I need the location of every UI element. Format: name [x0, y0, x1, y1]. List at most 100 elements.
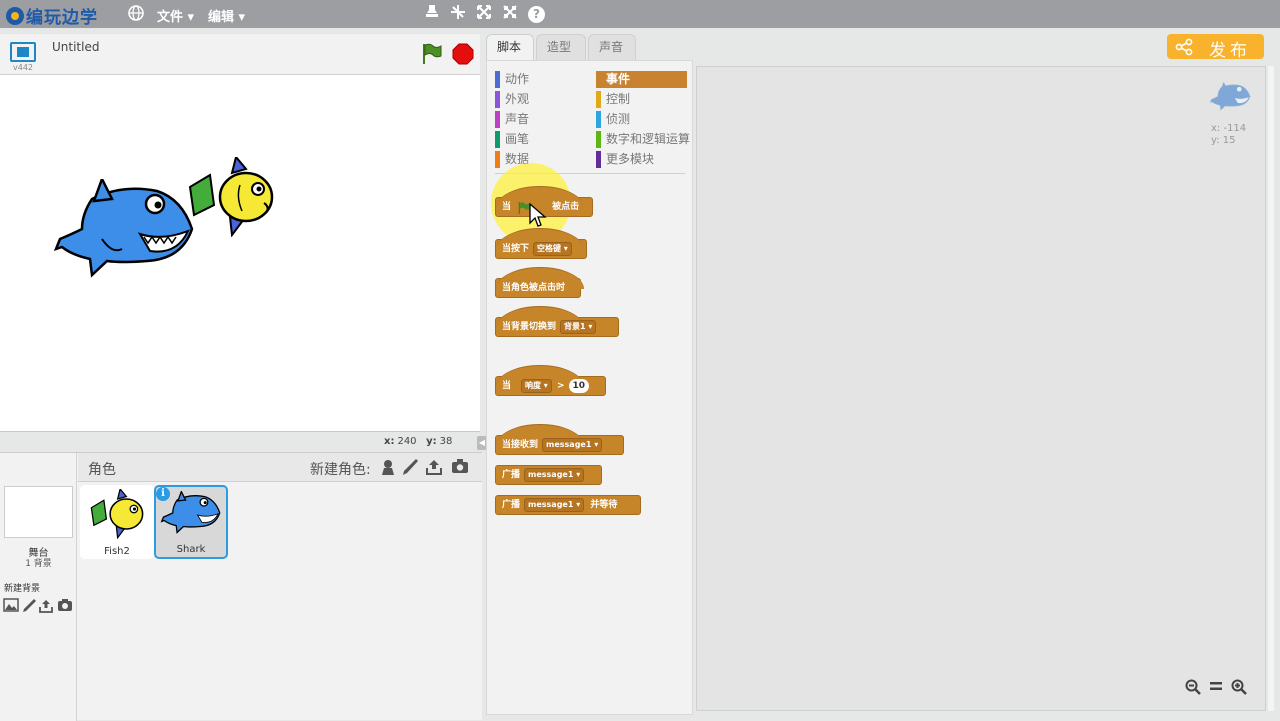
backdrop-count: 1 背景 — [25, 559, 52, 569]
category-swatch — [596, 151, 601, 168]
logo-text: 编玩边学 — [26, 8, 98, 28]
category-swatch — [596, 71, 601, 88]
grow-icon[interactable] — [474, 4, 494, 24]
zoom-out-icon[interactable] — [1184, 679, 1202, 697]
block-text: 当接收到 — [502, 440, 539, 450]
chevron-down-icon: ▾ — [183, 10, 195, 25]
camera-sprite-icon[interactable] — [450, 458, 470, 478]
green-flag-icon[interactable] — [420, 42, 444, 66]
category-label: 声音 — [505, 112, 530, 126]
menu-bar: 编玩边学 文件 ▾ 编辑 ▾ ? — [0, 0, 1280, 28]
mouse-y-value: 38 — [439, 436, 453, 447]
category-swatch — [495, 111, 500, 128]
tab-costumes[interactable]: 造型 — [536, 34, 586, 60]
scripts-area[interactable]: x: -114 y: 15 — [696, 66, 1266, 711]
fullscreen-icon[interactable] — [10, 42, 36, 62]
category-swatch — [596, 111, 601, 128]
delete-scissors-icon[interactable] — [448, 4, 468, 24]
fish-thumbnail — [90, 489, 144, 539]
category-operators[interactable]: 数字和逻辑运算 — [596, 131, 692, 148]
sprite-header: 角色 新建角色: — [78, 453, 482, 482]
block-broadcast-and-wait[interactable]: 广播message1 并等待 — [495, 495, 641, 515]
new-backdrop-label: 新建背景 — [4, 584, 41, 594]
category-label: 侦测 — [606, 112, 631, 126]
duplicate-stamp-icon[interactable] — [422, 4, 442, 24]
category-label: 数字和逻辑运算 — [606, 132, 691, 146]
key-dropdown[interactable]: 空格键 — [533, 241, 572, 256]
category-events[interactable]: 事件 — [596, 71, 687, 88]
sprite-name: Fish2 — [104, 546, 130, 557]
edit-menu-label: 编辑 — [208, 10, 235, 25]
stop-icon[interactable] — [452, 43, 474, 65]
globe-icon[interactable] — [126, 4, 146, 24]
category-swatch — [596, 131, 601, 148]
category-swatch — [495, 91, 500, 108]
help-icon[interactable]: ? — [528, 6, 545, 23]
message-dropdown[interactable]: message1 — [542, 437, 603, 452]
mouse-x-value: 240 — [397, 436, 417, 447]
operator-text: > — [556, 381, 565, 391]
category-label: 画笔 — [505, 132, 530, 146]
scripts-scrollbar[interactable] — [1268, 66, 1274, 711]
stage-header: v442 Untitled — [0, 34, 480, 74]
message-dropdown[interactable]: message1 — [524, 467, 585, 482]
mouse-cursor-icon — [529, 203, 547, 227]
category-control[interactable]: 控制 — [596, 91, 690, 108]
upload-backdrop-icon[interactable] — [38, 598, 54, 614]
tab-sounds[interactable]: 声音 — [588, 34, 636, 60]
block-palette: 动作 外观 声音 画笔 数据 事件 控制 侦测 数字和逻辑运算 更多模块 当 被… — [486, 60, 693, 715]
logo[interactable]: 编玩边学 — [6, 3, 98, 28]
zoom-in-icon[interactable] — [1230, 679, 1248, 697]
block-text: 当背景切换到 — [502, 322, 557, 332]
paint-sprite-icon[interactable] — [400, 458, 420, 478]
category-label: 控制 — [606, 92, 631, 106]
block-text: 广播 — [502, 470, 521, 480]
sprite-pane: 舞台 1 背景 新建背景 角色 新建角色: Fish2 i Shark — [0, 452, 482, 721]
stage-canvas[interactable] — [0, 74, 480, 432]
file-menu[interactable]: 文件 ▾ — [157, 6, 194, 25]
block-when-backdrop-switches[interactable]: 当背景切换到 背景1 — [495, 306, 619, 337]
category-label: 外观 — [505, 92, 530, 106]
block-when-greater-than[interactable]: 当响度 >10 — [495, 365, 606, 396]
current-sprite-preview — [1209, 81, 1251, 111]
shark-sprite[interactable] — [52, 179, 202, 289]
block-text: 广播 — [502, 500, 521, 510]
category-sensing[interactable]: 侦测 — [596, 111, 690, 128]
category-label: 更多模块 — [606, 152, 655, 166]
stage-thumbnail[interactable] — [4, 486, 73, 538]
fish-sprite[interactable] — [186, 157, 276, 237]
backdrop-library-icon[interactable] — [3, 598, 19, 614]
block-when-sprite-clicked[interactable]: 当角色被点击时 — [495, 267, 584, 298]
message-dropdown[interactable]: message1 — [524, 497, 585, 512]
block-when-key-pressed[interactable]: 当按下 空格键 — [495, 228, 587, 259]
camera-backdrop-icon[interactable] — [57, 598, 73, 614]
new-sprite-label: 新建角色: — [310, 462, 371, 478]
category-motion[interactable]: 动作 — [495, 71, 591, 88]
block-broadcast[interactable]: 广播 message1 — [495, 465, 602, 485]
category-pen[interactable]: 画笔 — [495, 131, 591, 148]
sprite-tile-fish2[interactable]: Fish2 — [80, 485, 154, 559]
publish-label: 发布 — [1209, 41, 1251, 61]
mouse-x-label: x: — [384, 436, 395, 447]
upload-sprite-icon[interactable] — [424, 458, 444, 478]
sprites-label: 角色 — [88, 462, 116, 478]
project-title[interactable]: Untitled — [52, 40, 99, 54]
zoom-reset-icon[interactable] — [1207, 679, 1225, 697]
edit-menu[interactable]: 编辑 ▾ — [208, 6, 245, 25]
category-sound[interactable]: 声音 — [495, 111, 591, 128]
shrink-icon[interactable] — [500, 4, 520, 24]
category-more-blocks[interactable]: 更多模块 — [596, 151, 690, 168]
block-text: 当 — [502, 381, 512, 391]
threshold-input[interactable]: 10 — [568, 378, 590, 393]
sprite-tile-shark[interactable]: i Shark — [154, 485, 228, 559]
category-looks[interactable]: 外观 — [495, 91, 591, 108]
publish-button[interactable]: 发布 — [1167, 34, 1264, 61]
paint-backdrop-icon[interactable] — [21, 598, 37, 614]
version-label: v442 — [13, 63, 34, 72]
block-when-i-receive[interactable]: 当接收到 message1 — [495, 424, 624, 455]
sprite-library-icon[interactable] — [378, 458, 398, 478]
sensor-dropdown[interactable]: 响度 — [521, 378, 552, 393]
sprite-x-position: x: -114 — [1211, 123, 1247, 134]
backdrop-dropdown[interactable]: 背景1 — [560, 319, 597, 334]
tab-scripts[interactable]: 脚本 — [486, 34, 534, 61]
